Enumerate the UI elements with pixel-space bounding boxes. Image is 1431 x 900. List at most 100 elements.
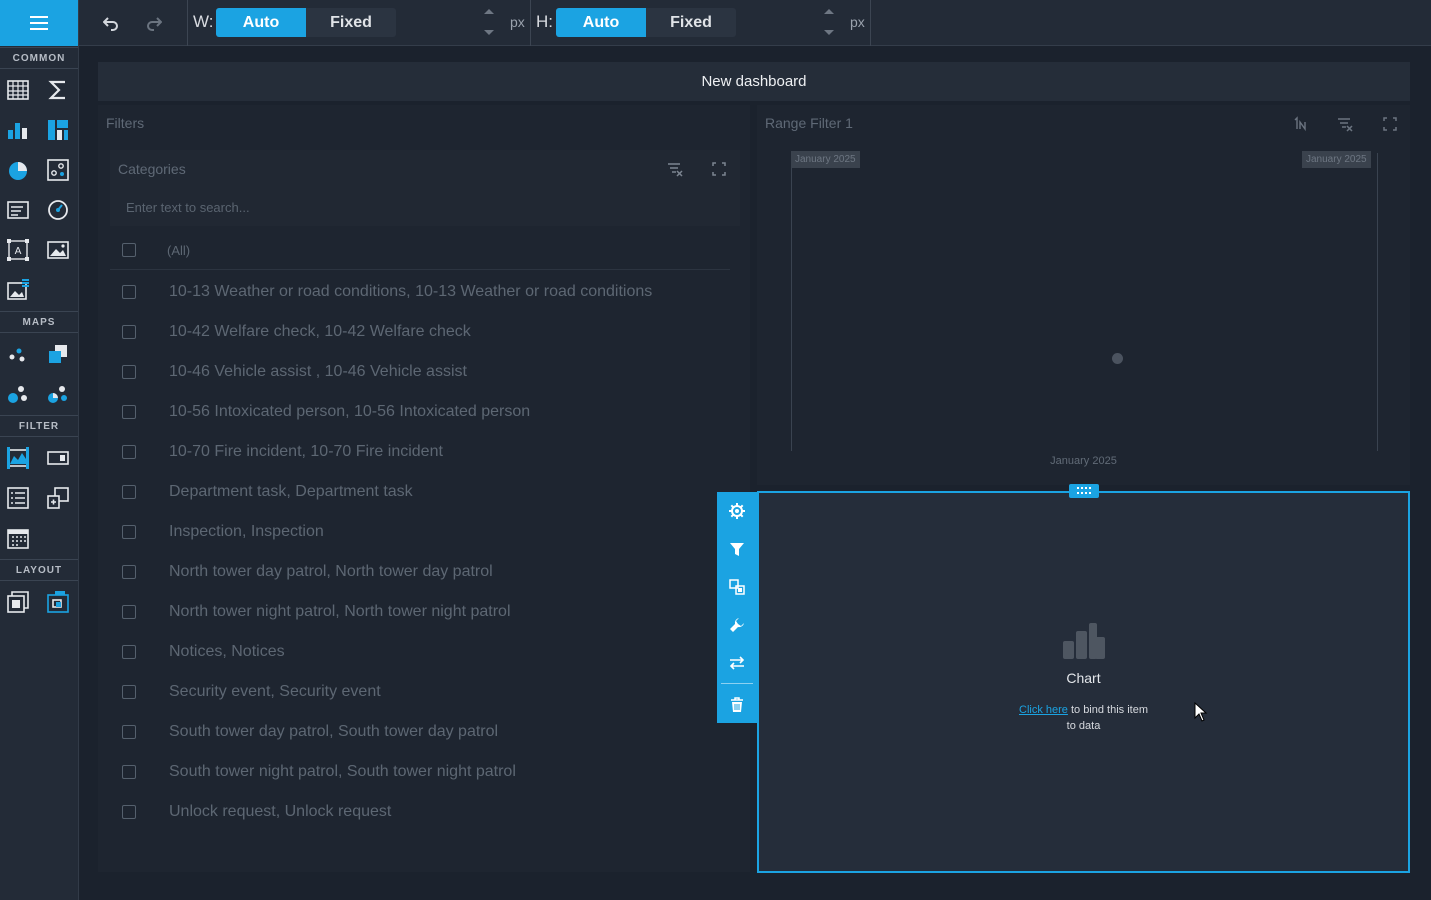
checkbox[interactable]: [122, 765, 136, 779]
width-spinner[interactable]: [483, 9, 495, 35]
checkbox[interactable]: [122, 485, 136, 499]
checkbox[interactable]: [122, 445, 136, 459]
drag-handle[interactable]: [1069, 484, 1099, 498]
height-label: H:: [536, 12, 553, 31]
checkbox[interactable]: [122, 805, 136, 819]
pie-map-icon[interactable]: [46, 382, 70, 406]
checkbox[interactable]: [122, 645, 136, 659]
list-item[interactable]: Notices, Notices: [110, 632, 730, 672]
redo-button[interactable]: [142, 11, 166, 35]
choropleth-map-icon[interactable]: [46, 342, 70, 366]
tree-view-icon[interactable]: [46, 486, 70, 510]
list-item-all[interactable]: (All): [110, 230, 730, 270]
separator: [870, 0, 871, 46]
height-spinner[interactable]: [823, 9, 835, 35]
pie-chart-icon[interactable]: [6, 158, 30, 182]
gauge-icon[interactable]: [46, 198, 70, 222]
spin-down-icon: [824, 30, 834, 35]
list-item-label: (All): [167, 242, 191, 258]
group-icon[interactable]: [6, 590, 30, 614]
height-fixed-button[interactable]: Fixed: [646, 8, 736, 37]
convert-button[interactable]: [727, 577, 747, 597]
time-period-icon[interactable]: [1291, 115, 1309, 133]
range-filter-icon[interactable]: [6, 446, 30, 470]
categories-list-box[interactable]: Categories (All) 10-13 Weather or road c…: [110, 150, 740, 832]
grid-icon[interactable]: [6, 78, 30, 102]
bound-image-icon[interactable]: A: [6, 238, 30, 262]
checkbox[interactable]: [122, 325, 136, 339]
list-item[interactable]: Security event, Security event: [110, 672, 730, 712]
checkbox[interactable]: [122, 365, 136, 379]
checkbox[interactable]: [122, 725, 136, 739]
list-item-label: Notices, Notices: [169, 643, 285, 660]
delete-button[interactable]: [727, 695, 747, 715]
list-item[interactable]: North tower night patrol, North tower ni…: [110, 592, 730, 632]
range-start-tag[interactable]: January 2025: [791, 151, 860, 168]
list-item-label: 10-42 Welfare check, 10-42 Welfare check: [169, 323, 471, 340]
list-item[interactable]: 10-70 Fire incident, 10-70 Fire incident: [110, 432, 730, 472]
checkbox[interactable]: [122, 605, 136, 619]
bubble-map-icon[interactable]: [6, 382, 30, 406]
list-item[interactable]: 10-13 Weather or road conditions, 10-13 …: [110, 272, 730, 312]
categories-title: Categories: [118, 161, 186, 177]
svg-text:A: A: [15, 246, 22, 257]
width-fixed-button[interactable]: Fixed: [306, 8, 396, 37]
checkbox[interactable]: [122, 525, 136, 539]
custom-item-icon[interactable]: [6, 278, 30, 302]
bind-hint-text-2: to data: [1066, 720, 1101, 732]
list-item[interactable]: Unlock request, Unlock request: [110, 792, 730, 832]
bind-data-link[interactable]: Click here: [1019, 704, 1068, 716]
hamburger-menu-button[interactable]: [0, 0, 78, 46]
width-auto-button[interactable]: Auto: [216, 8, 306, 37]
scatter-chart-icon[interactable]: [46, 158, 70, 182]
list-item[interactable]: South tower night patrol, South tower ni…: [110, 752, 730, 792]
list-item[interactable]: Inspection, Inspection: [110, 512, 730, 552]
checkbox[interactable]: [122, 285, 136, 299]
checkbox[interactable]: [122, 685, 136, 699]
chart-placeholder: Chart Click here to bind this item to da…: [759, 623, 1408, 734]
top-toolbar: W: Auto Fixed px H: Auto Fixed px: [79, 0, 1431, 46]
swap-button[interactable]: [727, 653, 747, 673]
clear-filter-icon[interactable]: [666, 160, 684, 178]
options-button[interactable]: [727, 501, 747, 521]
categories-search-input[interactable]: [110, 188, 740, 226]
height-auto-button[interactable]: Auto: [556, 8, 646, 37]
text-box-icon[interactable]: [6, 198, 30, 222]
list-item-label: 10-70 Fire incident, 10-70 Fire incident: [169, 443, 443, 460]
checkbox[interactable]: [122, 243, 136, 257]
list-item[interactable]: North tower day patrol, North tower day …: [110, 552, 730, 592]
list-item[interactable]: Department task, Department task: [110, 472, 730, 512]
maximize-icon[interactable]: [1381, 115, 1399, 133]
range-end-tag[interactable]: January 2025: [1302, 151, 1371, 168]
spin-up-icon: [484, 9, 494, 14]
undo-button[interactable]: [99, 11, 123, 35]
clear-filter-icon[interactable]: [1336, 115, 1354, 133]
treemap-icon[interactable]: [46, 118, 70, 142]
date-filter-icon[interactable]: [6, 526, 30, 550]
chart-item[interactable]: Chart Click here to bind this item to da…: [757, 491, 1410, 873]
checkbox[interactable]: [122, 405, 136, 419]
list-item[interactable]: 10-42 Welfare check, 10-42 Welfare check: [110, 312, 730, 352]
geo-point-map-icon[interactable]: [6, 342, 30, 366]
sigma-icon[interactable]: [46, 78, 70, 102]
dashboard-title[interactable]: New dashboard: [98, 62, 1410, 101]
list-item[interactable]: 10-56 Intoxicated person, 10-56 Intoxica…: [110, 392, 730, 432]
maximize-icon[interactable]: [710, 160, 728, 178]
image-icon[interactable]: [46, 238, 70, 262]
list-item[interactable]: 10-46 Vehicle assist , 10-46 Vehicle ass…: [110, 352, 730, 392]
checkbox[interactable]: [122, 565, 136, 579]
tab-container-icon[interactable]: [46, 590, 70, 614]
range-selector-area[interactable]: [791, 153, 1378, 451]
design-button[interactable]: [727, 615, 747, 635]
bar-chart-icon[interactable]: [6, 118, 30, 142]
item-context-menu: [717, 492, 757, 723]
list-item[interactable]: South tower day patrol, South tower day …: [110, 712, 730, 752]
drag-grip-icon: [1077, 487, 1091, 494]
interactivity-button[interactable]: [727, 539, 747, 559]
section-maps: MAPS: [0, 311, 78, 333]
combo-box-icon[interactable]: [46, 446, 70, 470]
hamburger-icon: [30, 22, 48, 24]
list-box-icon[interactable]: [6, 486, 30, 510]
range-filter-item[interactable]: Range Filter 1 January 2025 January 2025…: [757, 105, 1410, 485]
divider: [110, 269, 730, 270]
